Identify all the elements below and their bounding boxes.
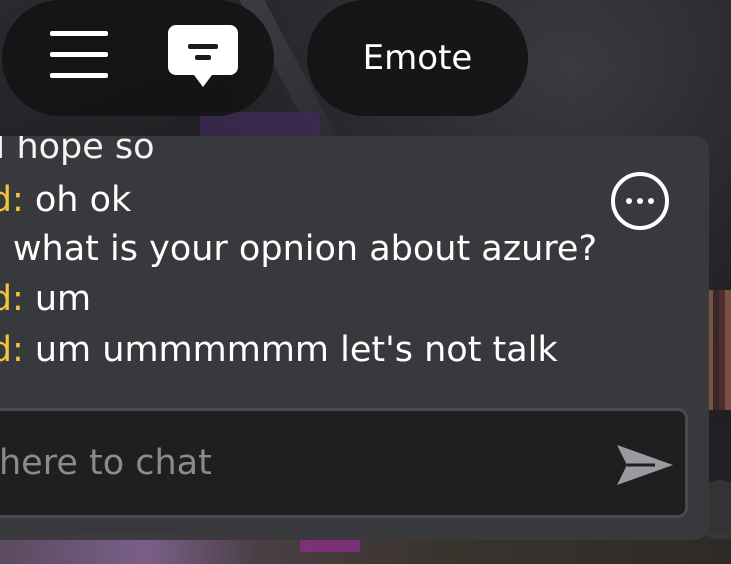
chat-message-list[interactable]: I hope so id: oh ok : what is your opnio… bbox=[0, 136, 709, 401]
chat-input[interactable]: here to chat bbox=[0, 408, 688, 518]
chat-message: : what is your opnion about azure? bbox=[0, 232, 597, 267]
chat-message: id: um bbox=[0, 282, 91, 317]
chat-message-text: um bbox=[23, 279, 92, 319]
chat-message-text: I hope so bbox=[0, 136, 155, 167]
chat-message: id: oh ok bbox=[0, 183, 131, 218]
emote-button[interactable]: Emote bbox=[307, 0, 528, 116]
chat-message-text: what is your opnion about azure? bbox=[1, 229, 598, 269]
chat-message-text: um ummmmmm let's not talk bbox=[23, 330, 558, 370]
chat-input-placeholder: here to chat bbox=[0, 443, 212, 483]
chat-bubble-icon[interactable] bbox=[168, 25, 238, 87]
chat-message: id: um ummmmmm let's not talk bbox=[0, 333, 558, 368]
chat-panel: I hope so id: oh ok : what is your opnio… bbox=[0, 136, 709, 540]
emote-label: Emote bbox=[362, 38, 473, 78]
chat-message: I hope so bbox=[0, 136, 155, 165]
chat-message-author: id: bbox=[0, 330, 24, 370]
more-options-icon[interactable] bbox=[611, 172, 669, 230]
chat-message-author: id: bbox=[0, 279, 24, 319]
chat-message-text: oh ok bbox=[23, 180, 132, 220]
chat-message-author: id: bbox=[0, 180, 24, 220]
background-dark-object bbox=[700, 480, 731, 540]
background-floor-magenta bbox=[300, 538, 360, 552]
topbar-left-pill bbox=[2, 0, 274, 116]
hamburger-icon[interactable] bbox=[50, 31, 108, 79]
send-arrow-icon[interactable] bbox=[615, 441, 675, 489]
